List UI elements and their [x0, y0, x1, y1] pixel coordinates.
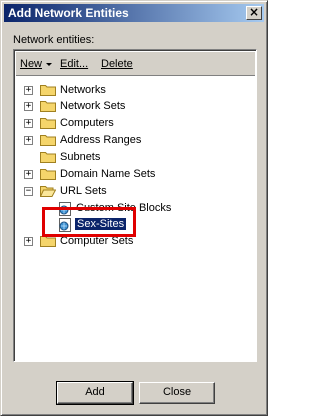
close-button[interactable]: Close	[139, 382, 215, 404]
tree-item-label: Networks	[60, 84, 106, 96]
folder-icon	[40, 101, 56, 112]
tree-item-label: Address Ranges	[60, 134, 142, 146]
expand-icon[interactable]: +	[24, 237, 33, 246]
open-folder-icon	[40, 186, 56, 197]
folder-icon	[40, 85, 56, 96]
expand-icon[interactable]: +	[24, 86, 33, 95]
add-button[interactable]: Add	[56, 381, 134, 405]
tree-item-label: URL Sets	[60, 185, 107, 197]
collapse-icon[interactable]: −	[24, 187, 33, 196]
entities-panel: New Edit... Delete + Networks + Network …	[13, 49, 257, 362]
title-bar[interactable]: Add Network Entities ×	[4, 4, 264, 22]
folder-icon	[40, 135, 56, 146]
tree-item-label: Domain Name Sets	[60, 168, 156, 180]
tree-item-label: Subnets	[60, 151, 101, 163]
expand-icon[interactable]: +	[24, 136, 33, 145]
expand-icon[interactable]: +	[24, 102, 33, 111]
expand-icon[interactable]: +	[24, 119, 33, 128]
folder-icon	[40, 118, 56, 129]
network-entities-label: Network entities:	[13, 34, 95, 46]
red-highlight-box	[42, 207, 136, 237]
expand-icon[interactable]: +	[24, 170, 33, 179]
tree-item-label: Computers	[60, 117, 114, 129]
tree-item-label: Network Sets	[60, 100, 126, 112]
window-title: Add Network Entities	[8, 6, 129, 20]
folder-icon	[40, 169, 56, 180]
folder-icon	[40, 152, 56, 163]
dialog-window: Add Network Entities × Network entities:…	[0, 0, 268, 416]
close-window-button[interactable]: ×	[246, 6, 262, 20]
